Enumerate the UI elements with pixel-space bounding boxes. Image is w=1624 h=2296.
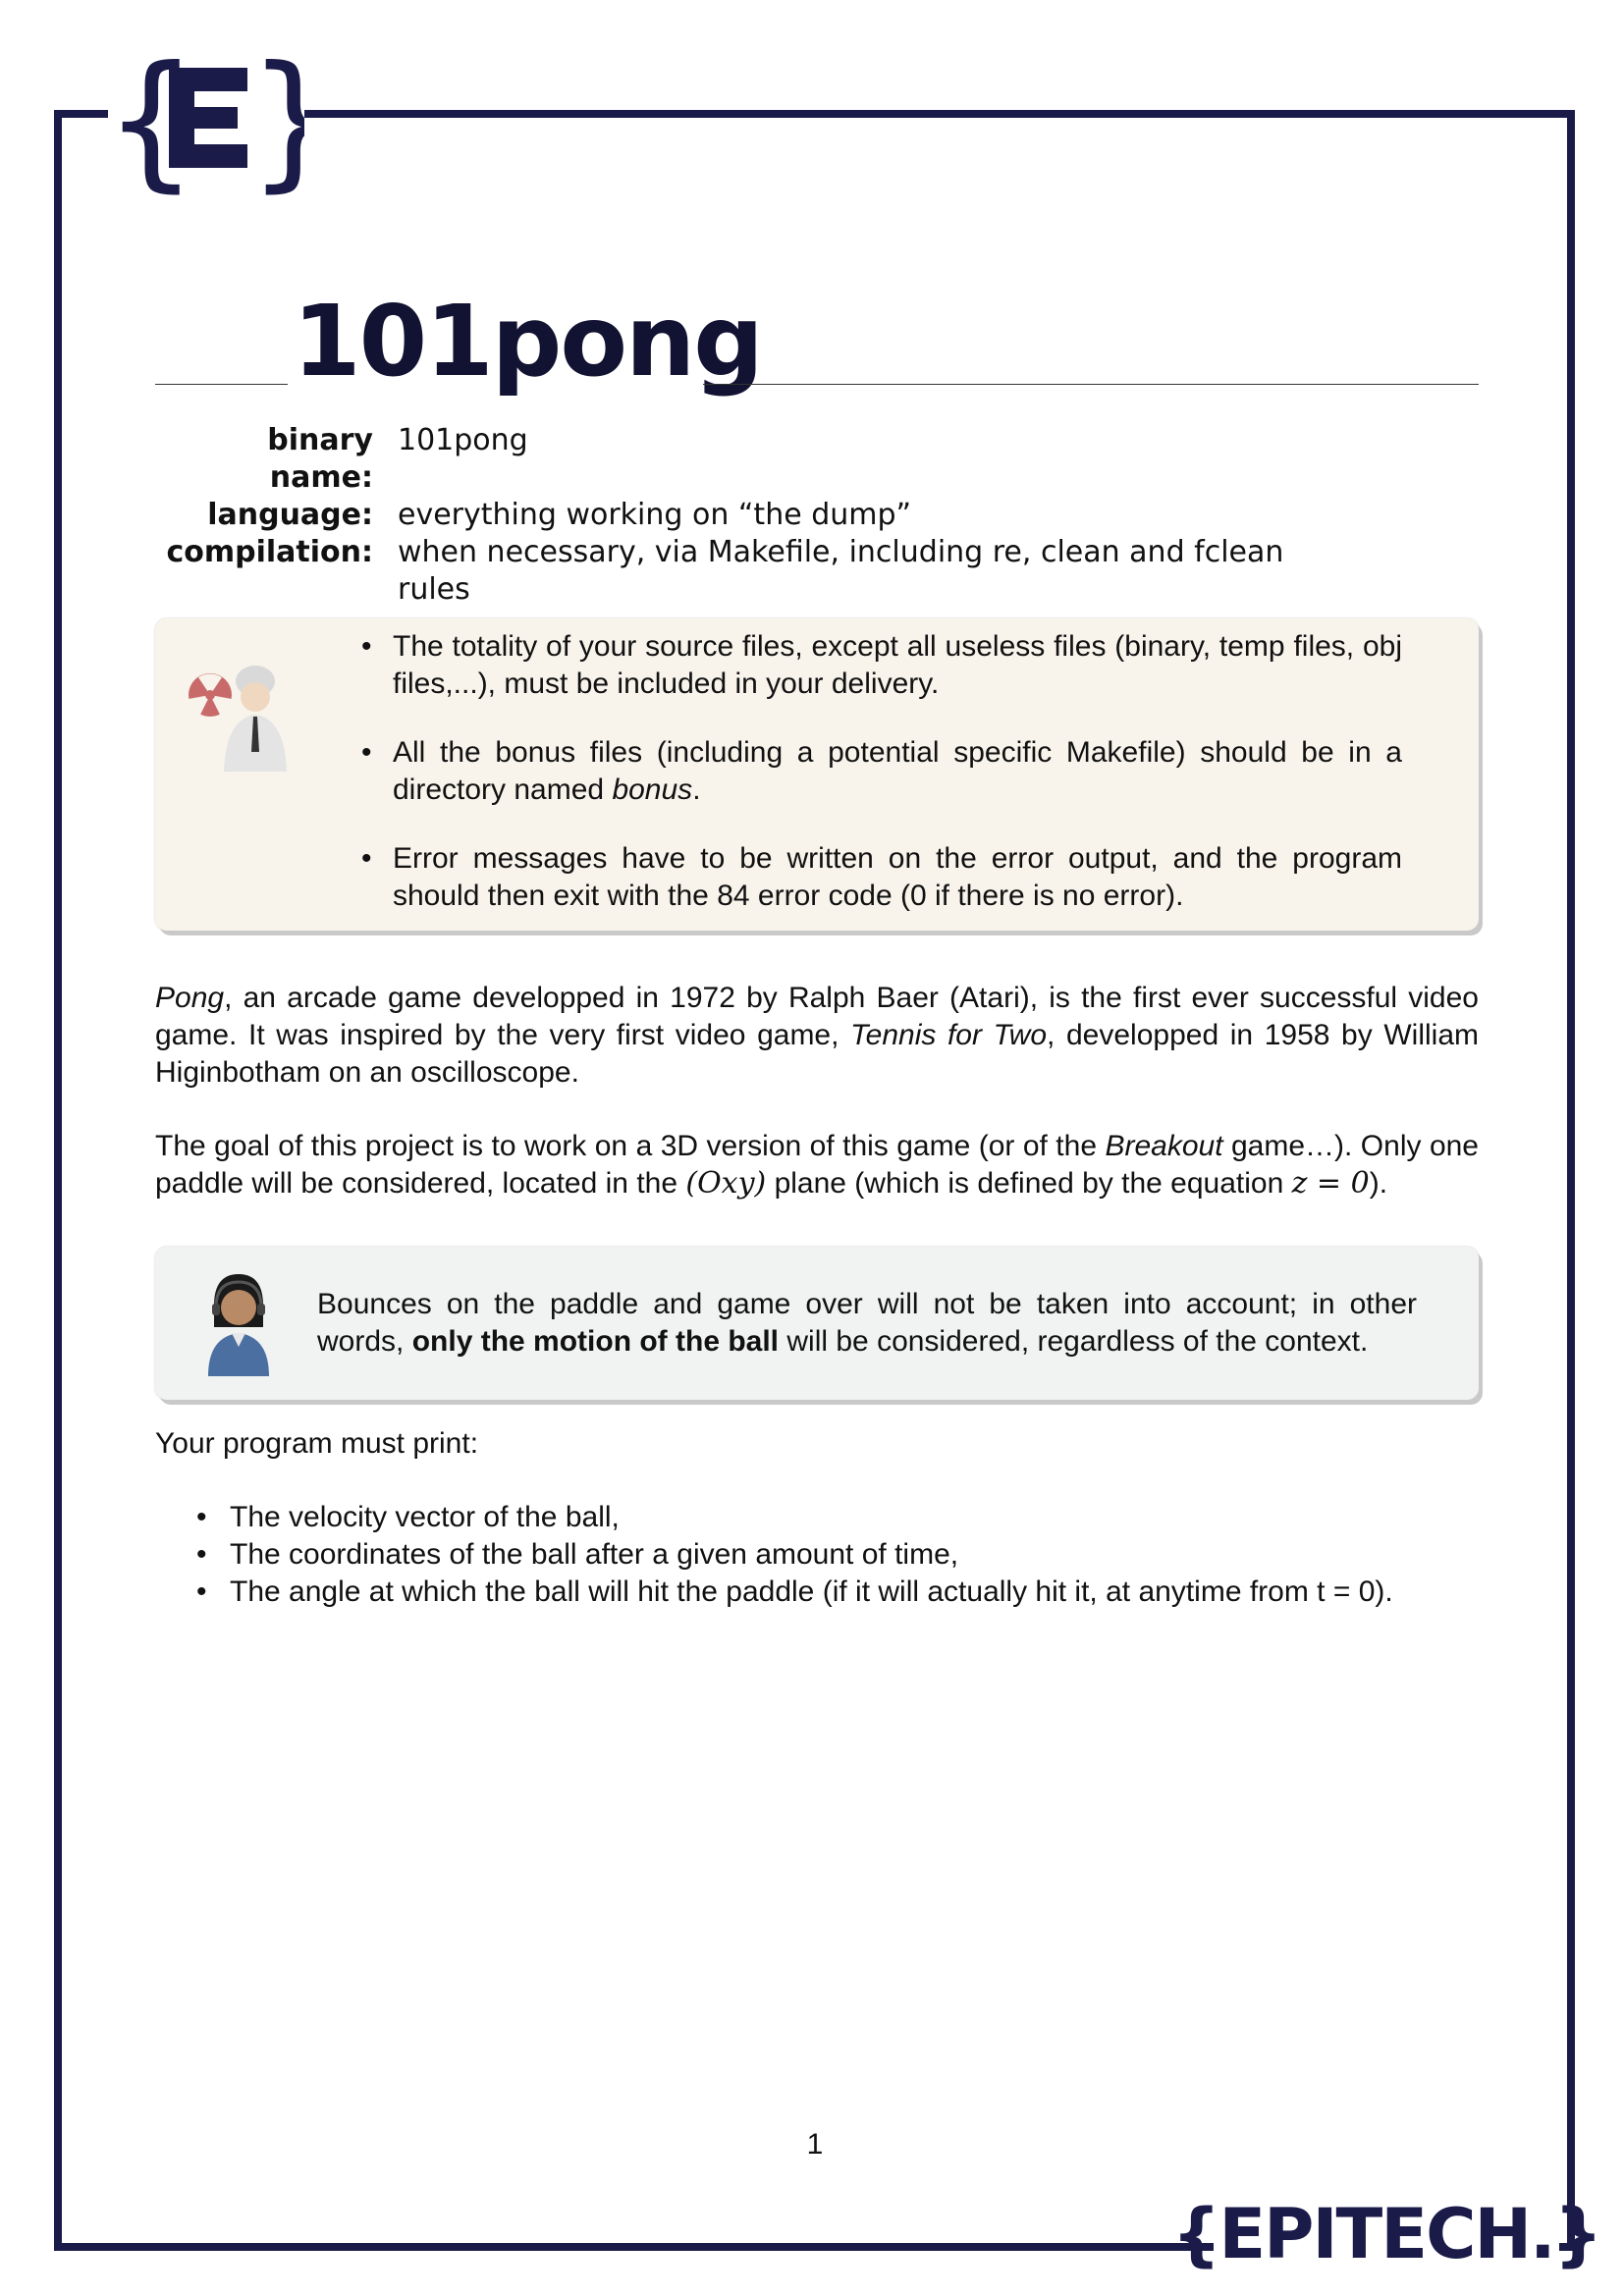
epitech-e-logo: { }	[108, 24, 304, 195]
project-meta: binary name: 101pong language: everythin…	[155, 422, 1360, 609]
motion-note-box: Bounces on the paddle and game over will…	[155, 1247, 1479, 1400]
epitech-logo: {EPITECH.}	[1172, 2187, 1602, 2281]
list-item: Error messages have to be written on the…	[361, 840, 1402, 915]
meta-value: 101pong	[398, 423, 528, 457]
page-title: 101pong	[293, 284, 764, 399]
list-item: The coordinates of the ball after a give…	[196, 1536, 1393, 1574]
title-rule-left	[155, 384, 288, 385]
meta-value: everything working on “the dump”	[398, 498, 912, 532]
print-requirements-list: The velocity vector of the ball, The coo…	[196, 1499, 1393, 1611]
meta-row-language: language: everything working on “the dum…	[155, 497, 1360, 534]
svg-text:}: }	[247, 35, 304, 195]
warning-list: The totality of your source files, excep…	[361, 628, 1402, 946]
list-item: The velocity vector of the ball,	[196, 1499, 1393, 1536]
epitech-logo-text: {EPITECH.}	[1171, 2194, 1603, 2274]
list-item: The angle at which the ball will hit the…	[196, 1574, 1393, 1611]
note-text: Bounces on the paddle and game over will…	[317, 1288, 1417, 1358]
meta-row-compilation: compilation: when necessary, via Makefil…	[155, 534, 1360, 609]
meta-row-binary: binary name: 101pong	[155, 422, 1360, 497]
delivery-warning-box: The totality of your source files, excep…	[155, 618, 1479, 931]
intro-paragraph: Pong, an arcade game developped in 1972 …	[155, 982, 1480, 1089]
title-rule-right	[703, 384, 1479, 385]
operator-headset-icon	[194, 1268, 283, 1381]
meta-value: when necessary, via Makefile, including …	[398, 535, 1284, 607]
nuclear-worker-icon	[185, 654, 293, 776]
meta-key: language:	[207, 498, 373, 532]
page-number: 1	[806, 2128, 824, 2161]
meta-key: compilation:	[166, 535, 373, 569]
title-row: 101pong	[155, 284, 1479, 408]
print-intro: Your program must print:	[155, 1427, 479, 1460]
list-item: The totality of your source files, excep…	[361, 628, 1402, 703]
goal-paragraph: The goal of this project is to work on a…	[155, 1130, 1479, 1201]
meta-key: binary name:	[267, 423, 373, 495]
list-item: All the bonus files (including a potenti…	[361, 734, 1402, 809]
